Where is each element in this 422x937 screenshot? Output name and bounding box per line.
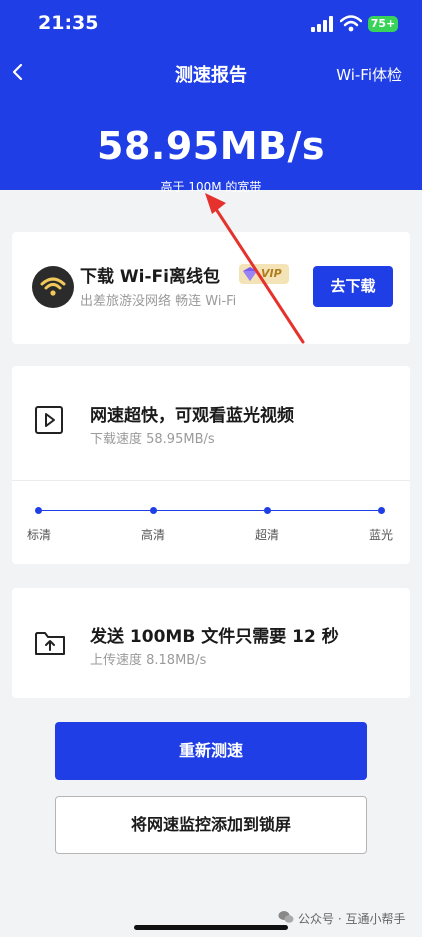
wifi-checkup-link[interactable]: Wi-Fi体检 (336, 64, 402, 85)
video-play-icon (35, 406, 63, 434)
quality-label-hd: 高清 (140, 528, 165, 542)
speed-comparison-text: 高于 100M 的宽带 (160, 180, 262, 194)
download-speed-detail: 下载速度 58.95MB/s (90, 432, 215, 447)
folder-upload-icon (35, 632, 65, 655)
home-indicator (134, 925, 288, 930)
card-divider (12, 480, 410, 481)
quality-dot-bluray (378, 507, 385, 514)
download-button[interactable]: 去下载 (313, 266, 393, 307)
quality-label-bluray: 蓝光 (368, 528, 393, 542)
wifi-logo-icon (32, 266, 74, 308)
battery-icon: 75+ (368, 16, 398, 32)
quality-label-fhd: 超清 (254, 528, 279, 542)
watermark-text: 公众号 · 互通小帮手 (298, 912, 406, 926)
cellular-signal-icon (311, 16, 333, 32)
download-speed-card (12, 366, 410, 564)
quality-dot-hd (150, 507, 157, 514)
status-time: 21:35 (38, 12, 99, 34)
add-to-lockscreen-button[interactable]: 将网速监控添加到锁屏 (55, 796, 367, 854)
retest-button[interactable]: 重新测速 (55, 722, 367, 780)
offline-pack-title: 下载 Wi-Fi离线包 (80, 267, 220, 287)
quality-label-sd: 标清 (26, 528, 51, 542)
upload-speed-detail: 上传速度 8.18MB/s (90, 653, 207, 668)
quality-track (38, 510, 382, 511)
vip-diamond-icon (243, 267, 257, 281)
header: 21:35 75+ 测速报告 Wi-Fi体检 58.95MB/s 高于 100M… (0, 0, 422, 194)
offline-pack-subtitle: 出差旅游没网络 畅连 Wi-Fi (80, 294, 237, 309)
status-bar: 21:35 75+ (0, 0, 422, 50)
quality-dot-fhd (264, 507, 271, 514)
download-speed-title: 网速超快，可观看蓝光视频 (90, 406, 294, 426)
wifi-status-icon (340, 15, 362, 32)
speed-result-value: 58.95MB/s (97, 124, 325, 168)
upload-speed-title: 发送 100MB 文件只需要 12 秒 (90, 627, 339, 647)
quality-dot-sd (35, 507, 42, 514)
